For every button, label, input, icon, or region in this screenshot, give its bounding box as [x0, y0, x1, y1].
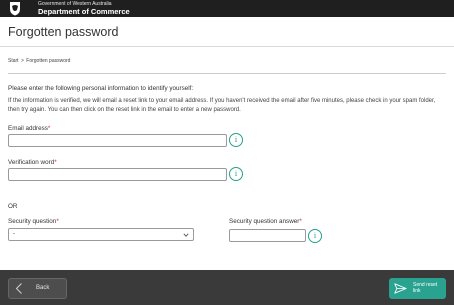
footer-bar: Back Send reset link: [0, 270, 454, 305]
security-answer-info-icon[interactable]: i: [308, 229, 322, 243]
intro-text: Please enter the following personal info…: [8, 85, 194, 92]
verification-word-field[interactable]: [8, 168, 227, 181]
security-answer-label: Security question answer*: [229, 218, 302, 225]
email-field[interactable]: [8, 134, 227, 147]
breadcrumb-current: Forgotten password: [26, 58, 71, 64]
required-marker: *: [56, 218, 59, 225]
required-marker: *: [299, 218, 302, 225]
department-name: Department of Commerce: [38, 7, 130, 16]
chevron-down-icon: [183, 233, 189, 237]
required-marker: *: [54, 159, 57, 166]
top-header-bar: Government of Western Australia Departme…: [0, 0, 454, 17]
security-answer-label-text: Security question answer: [229, 218, 300, 225]
breadcrumb-divider: [8, 73, 446, 74]
breadcrumb-start-link[interactable]: Start: [8, 58, 19, 64]
send-reset-link-button[interactable]: Send reset link: [389, 278, 446, 299]
send-icon: [394, 283, 407, 294]
security-question-value: -: [13, 231, 15, 237]
security-answer-field[interactable]: [229, 229, 306, 242]
breadcrumb-separator: >: [20, 58, 24, 64]
back-button-label: Back: [36, 285, 50, 291]
chevron-left-icon: [15, 283, 22, 294]
verification-info-icon[interactable]: i: [229, 167, 243, 181]
email-info-icon[interactable]: i: [229, 133, 243, 147]
security-question-label: Security question*: [8, 218, 59, 225]
email-label: Email address*: [8, 125, 50, 132]
wa-crest-icon: [10, 2, 20, 16]
security-question-select[interactable]: -: [8, 228, 194, 241]
verification-label: Verification word*: [8, 159, 57, 166]
breadcrumb: Start > Forgotten password: [8, 58, 70, 64]
back-button[interactable]: Back: [8, 278, 67, 299]
verification-label-text: Verification word: [8, 159, 55, 166]
or-label: OR: [8, 203, 18, 210]
email-label-text: Email address: [8, 125, 48, 132]
info-text: If the information is verified, we will …: [8, 98, 436, 113]
required-marker: *: [47, 125, 51, 132]
page-title: Forgotten password: [8, 25, 119, 39]
title-divider: [0, 46, 454, 47]
security-question-label-text: Security question: [8, 218, 57, 225]
send-reset-link-label: Send reset link: [413, 282, 438, 294]
